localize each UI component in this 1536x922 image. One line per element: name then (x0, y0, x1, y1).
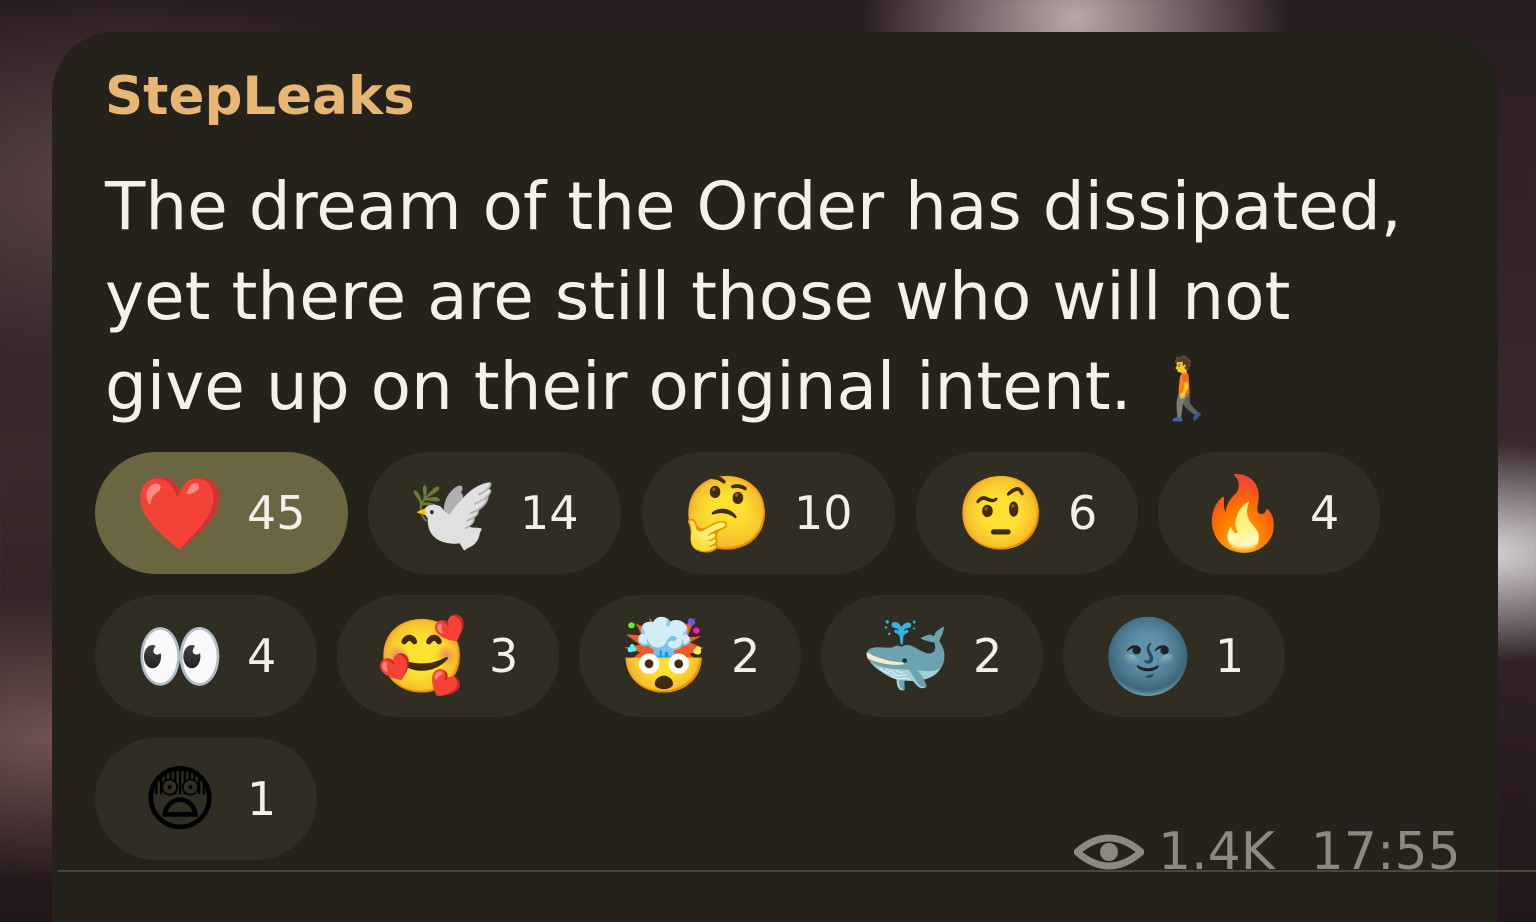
person-walking-icon: 🚶 (1149, 354, 1225, 424)
channel-author-name[interactable]: StepLeaks (105, 70, 415, 123)
dove-icon: 🕊️ (408, 471, 498, 555)
view-count: 1.4K (1158, 822, 1275, 882)
fire-icon: 🔥 (1198, 471, 1288, 555)
divider (58, 870, 1536, 872)
raised-eyebrow-face-icon: 🤨 (956, 471, 1046, 555)
spouting-whale-icon: 🐳 (861, 614, 951, 698)
reaction-exploding-head[interactable]: 🤯 2 (579, 595, 801, 717)
reaction-count: 1 (1215, 629, 1245, 683)
reaction-count: 6 (1068, 486, 1098, 540)
message-time: 17:55 (1310, 822, 1461, 882)
reaction-count: 1 (247, 772, 277, 826)
reaction-eyes[interactable]: 👀 4 (95, 595, 317, 717)
reaction-whale[interactable]: 🐳 2 (821, 595, 1043, 717)
reaction-dove[interactable]: 🕊️ 14 (368, 452, 621, 574)
reaction-heart[interactable]: ❤️ 45 (95, 452, 348, 574)
message-meta: 1.4K 17:55 (1074, 822, 1461, 882)
message-bubble: StepLeaks The dream of the Order has dis… (52, 32, 1498, 922)
eye-icon (1074, 834, 1144, 870)
fearful-face-icon: 😨 (142, 757, 218, 841)
message-text: The dream of the Order has dissipated, y… (105, 162, 1445, 434)
reaction-fire[interactable]: 🔥 4 (1158, 452, 1380, 574)
reaction-count: 3 (489, 629, 519, 683)
reaction-count: 4 (247, 629, 277, 683)
reaction-count: 4 (1310, 486, 1340, 540)
smiling-face-with-hearts-icon: 🥰 (377, 614, 467, 698)
reaction-count: 10 (794, 486, 853, 540)
eyes-icon: 👀 (135, 614, 225, 698)
reaction-smiling-hearts[interactable]: 🥰 3 (337, 595, 559, 717)
reaction-fearful[interactable]: 😨 1 (95, 738, 317, 860)
reaction-new-moon-face[interactable]: 🌚 1 (1063, 595, 1285, 717)
reaction-count: 14 (520, 486, 579, 540)
exploding-head-icon: 🤯 (619, 614, 709, 698)
reaction-thinking[interactable]: 🤔 10 (642, 452, 895, 574)
thinking-face-icon: 🤔 (682, 471, 772, 555)
reaction-count: 45 (247, 486, 306, 540)
reaction-raised-eyebrow[interactable]: 🤨 6 (916, 452, 1138, 574)
reaction-count: 2 (731, 629, 761, 683)
new-moon-face-icon: 🌚 (1103, 614, 1193, 698)
reaction-count: 2 (973, 629, 1003, 683)
red-heart-icon: ❤️ (135, 471, 225, 555)
